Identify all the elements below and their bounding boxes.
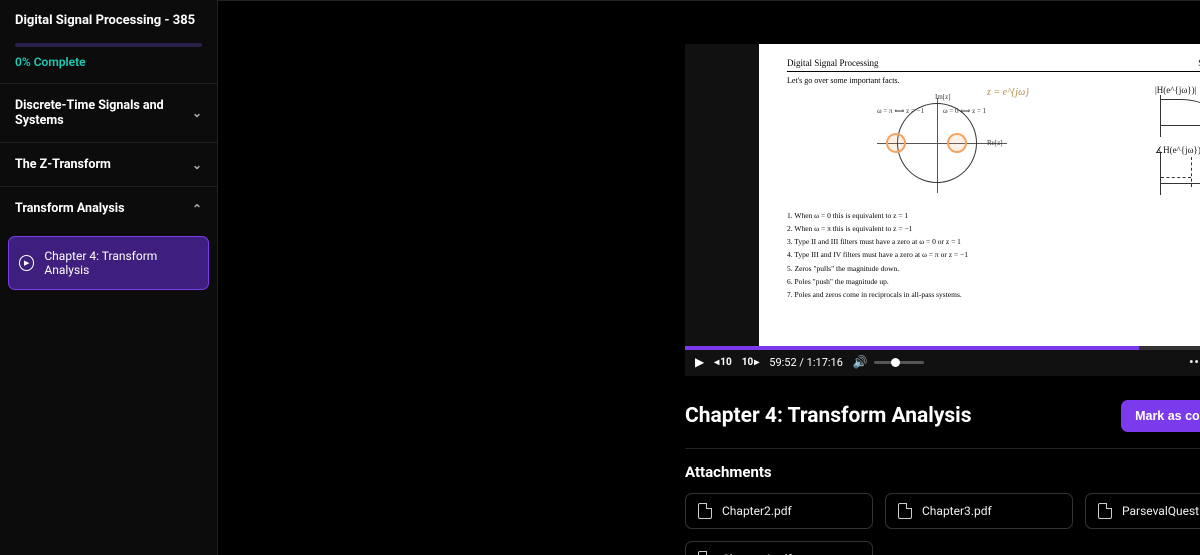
slide-doc-title: Digital Signal Processing [787, 58, 879, 68]
section-title: Transform Analysis [15, 201, 125, 216]
sidebar: Digital Signal Processing - 385 0% Compl… [0, 0, 218, 555]
fact-item: When ω = π this is equivalent to z = −1 [787, 222, 1200, 235]
file-icon [698, 551, 712, 555]
fact-item: Type II and III filters must have a zero… [787, 235, 1200, 248]
more-icon[interactable]: ••• [1189, 355, 1200, 369]
progress-label: 0% Complete [15, 55, 202, 69]
slide-facts-list: When ω = 0 this is equivalent to z = 1 W… [787, 209, 1200, 301]
section-header[interactable]: Transform Analysis ⌃ [0, 187, 217, 230]
chevron-up-icon: ⌃ [192, 202, 202, 216]
section-title: The Z-Transform [15, 157, 111, 172]
chevron-down-icon: ⌄ [192, 106, 202, 120]
fact-item: When ω = 0 this is equivalent to z = 1 [787, 209, 1200, 222]
label-right: ω = 0 ⟺ z = 1 [943, 107, 986, 115]
section-title: Discrete-Time Signals and Systems [15, 98, 192, 128]
video-controls: ▶ ◂10 10▸ 59:52 / 1:17:16 🔊 [685, 348, 1200, 376]
mark-complete-button[interactable]: Mark as complete ✓ [1121, 400, 1200, 432]
fact-item: Zeros "pulls" the magnitude down. [787, 262, 1200, 275]
progress-bar [15, 43, 202, 47]
slide-figure: Im[z] Re[z] ω = π ⟺ z = −1 ω = 0 ⟺ z = 1… [787, 93, 1200, 203]
attachments-grid: Chapter2.pdf Chapter3.pdf ParsevalQuesti… [685, 493, 1200, 555]
play-circle-icon: ▶ [19, 255, 34, 271]
label-left: ω = π ⟺ z = −1 [877, 107, 924, 115]
attachment-chapter4[interactable]: Chapter4.pdf [685, 541, 873, 555]
attachment-chapter3[interactable]: Chapter3.pdf [885, 493, 1073, 529]
progress: 0% Complete [0, 43, 217, 83]
volume-bar[interactable] [874, 361, 924, 364]
attachment-chapter2[interactable]: Chapter2.pdf [685, 493, 873, 529]
slide-lead: Let's go over some important facts. [787, 76, 1200, 85]
chapter-title: Chapter 4: Transform Analysis [685, 404, 972, 428]
skip-back-button[interactable]: ◂10 [714, 357, 732, 368]
fact-item: Type III and IV filters must have a zero… [787, 248, 1200, 261]
video-time: 59:52 / 1:17:16 [769, 356, 843, 369]
file-icon [698, 503, 712, 519]
section-discrete-time: Discrete-Time Signals and Systems ⌄ [0, 83, 217, 142]
attachment-parseval[interactable]: ParsevalQuestion.pdf [1085, 493, 1200, 529]
skip-forward-button[interactable]: 10▸ [742, 357, 760, 368]
section-header[interactable]: Discrete-Time Signals and Systems ⌄ [0, 84, 217, 142]
lesson-label: Chapter 4: Transform Analysis [44, 249, 198, 277]
video-slide: Digital Signal Processing Saad Almajdi L… [759, 44, 1200, 346]
file-icon [898, 503, 912, 519]
section-header[interactable]: The Z-Transform ⌄ [0, 143, 217, 186]
section-transform-analysis: Transform Analysis ⌃ ▶ Chapter 4: Transf… [0, 186, 217, 300]
lesson-item-transform-analysis[interactable]: ▶ Chapter 4: Transform Analysis [8, 236, 209, 290]
label-re: Re[z] [987, 139, 1003, 147]
annotation-zexp: z = e^{jω} [987, 87, 1029, 98]
file-icon [1098, 503, 1112, 519]
play-icon[interactable]: ▶ [695, 355, 704, 369]
video-player[interactable]: Digital Signal Processing Saad Almajdi L… [685, 44, 1200, 376]
section-body: ▶ Chapter 4: Transform Analysis [0, 230, 217, 300]
main: Digital Signal Processing Saad Almajdi L… [218, 0, 1200, 555]
course-title: Digital Signal Processing - 385 [0, 0, 217, 43]
attachments-heading: Attachments [685, 463, 1200, 481]
chevron-down-icon: ⌄ [192, 158, 202, 172]
divider [685, 448, 1200, 449]
fact-item: Poles and zeros come in reciprocals in a… [787, 288, 1200, 301]
fact-item: Poles "push" the magnitude up. [787, 275, 1200, 288]
label-im: Im[z] [935, 93, 951, 101]
volume-icon[interactable]: 🔊 [853, 355, 868, 369]
section-z-transform: The Z-Transform ⌄ [0, 142, 217, 186]
volume-control[interactable]: 🔊 [853, 355, 924, 369]
